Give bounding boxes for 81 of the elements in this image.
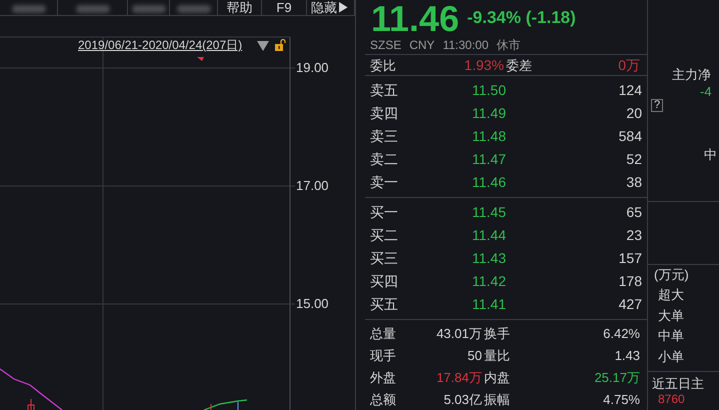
five-day-value: 8760 xyxy=(658,392,685,406)
ask-price: 11.46 xyxy=(471,173,506,192)
candlestick xyxy=(28,398,34,410)
field-label: 量比 xyxy=(484,347,511,365)
order-size-label: 小单 xyxy=(657,348,685,366)
field-label: 内盘 xyxy=(484,369,511,387)
field-value: 50 xyxy=(468,347,483,365)
market-status: 休市 xyxy=(496,38,521,52)
ask-level-label: 卖四 xyxy=(370,104,399,123)
unlocked-padlock-icon[interactable] xyxy=(274,39,287,51)
moving-average-line xyxy=(0,368,62,410)
chart-label: 中 xyxy=(704,146,717,164)
bid-level-label: 买三 xyxy=(370,249,399,268)
net-flow-value: -4 xyxy=(700,83,712,101)
ask-volume: 584 xyxy=(618,127,642,146)
ask-volume: 52 xyxy=(625,150,642,169)
field-label: 总额 xyxy=(370,391,397,409)
tab[interactable]: 帮助 xyxy=(218,0,262,15)
price-change: -9.34% (-1.18) xyxy=(467,7,576,29)
bid-price: 11.42 xyxy=(471,272,506,291)
candlestick xyxy=(210,404,212,410)
field-label: 委比 xyxy=(370,56,397,75)
field-label: 总量 xyxy=(370,325,397,343)
field-label: 换手 xyxy=(484,325,511,343)
help-button[interactable]: ? xyxy=(651,99,663,112)
field-value: 1.93% xyxy=(464,56,504,75)
ask-level-label: 卖一 xyxy=(370,173,399,192)
bid-volume: 23 xyxy=(625,226,642,245)
field-label: 外盘 xyxy=(370,369,397,387)
ask-volume: 20 xyxy=(625,104,642,123)
ask-price: 11.49 xyxy=(471,104,506,123)
bid-level-label: 买二 xyxy=(370,226,399,245)
last-price: 11.46 xyxy=(371,0,460,38)
field-value: 4.75% xyxy=(603,391,641,409)
order-size-label: 超大 xyxy=(657,286,685,304)
quote-time: 11:30:00 xyxy=(442,38,489,52)
price-axis-label: 15.00 xyxy=(296,297,329,311)
field-value: 0万 xyxy=(618,56,640,75)
bid-level-label: 买四 xyxy=(370,272,399,291)
ask-level-label: 卖五 xyxy=(370,81,399,100)
bid-volume: 157 xyxy=(618,249,642,268)
unit-label: (万元) xyxy=(653,266,690,284)
field-value: 1.43 xyxy=(614,347,641,365)
ask-level-label: 卖二 xyxy=(370,150,399,169)
order-size-label: 大单 xyxy=(657,306,685,324)
bid-price: 11.45 xyxy=(471,203,506,222)
field-value: 5.03亿 xyxy=(444,391,483,409)
price-axis-label: 17.00 xyxy=(296,179,329,193)
bid-volume: 427 xyxy=(618,295,642,314)
bid-price: 11.44 xyxy=(471,226,506,245)
bid-price: 11.41 xyxy=(471,295,506,314)
field-value: 25.17万 xyxy=(594,369,641,387)
field-value: 43.01万 xyxy=(436,325,483,343)
ask-volume: 38 xyxy=(625,173,642,192)
moving-average-line xyxy=(204,399,248,410)
bid-level-label: 买一 xyxy=(370,203,399,222)
panel-title: 近五日主 xyxy=(651,375,705,392)
panel-title: 主力净 xyxy=(672,66,711,84)
bid-volume: 178 xyxy=(618,272,642,291)
marker-icon xyxy=(197,57,204,61)
ask-price: 11.48 xyxy=(471,127,506,146)
ask-level-label: 卖三 xyxy=(370,127,399,146)
currency-label: CNY xyxy=(409,38,435,52)
exchange-label: SZSE xyxy=(370,38,402,52)
field-value: 17.84万 xyxy=(436,369,483,387)
tab[interactable]: F9 xyxy=(262,0,307,15)
field-label: 委差 xyxy=(506,56,533,75)
order-size-label: 中单 xyxy=(657,327,685,345)
field-value: 6.42% xyxy=(603,325,641,343)
date-range-link[interactable]: 2019/06/21-2020/04/24(207日) xyxy=(78,38,242,52)
bid-price: 11.43 xyxy=(471,249,506,268)
tab[interactable]: 隐藏▶ xyxy=(307,0,355,15)
bid-level-label: 买五 xyxy=(370,295,399,314)
ask-price: 11.50 xyxy=(471,81,506,100)
price-axis-label: 19.00 xyxy=(296,61,329,75)
field-label: 振幅 xyxy=(484,391,511,409)
field-label: 现手 xyxy=(370,347,397,365)
bid-volume: 65 xyxy=(625,203,642,222)
ask-price: 11.47 xyxy=(471,150,506,169)
dropdown-icon[interactable] xyxy=(257,41,269,51)
ask-volume: 124 xyxy=(618,81,642,100)
